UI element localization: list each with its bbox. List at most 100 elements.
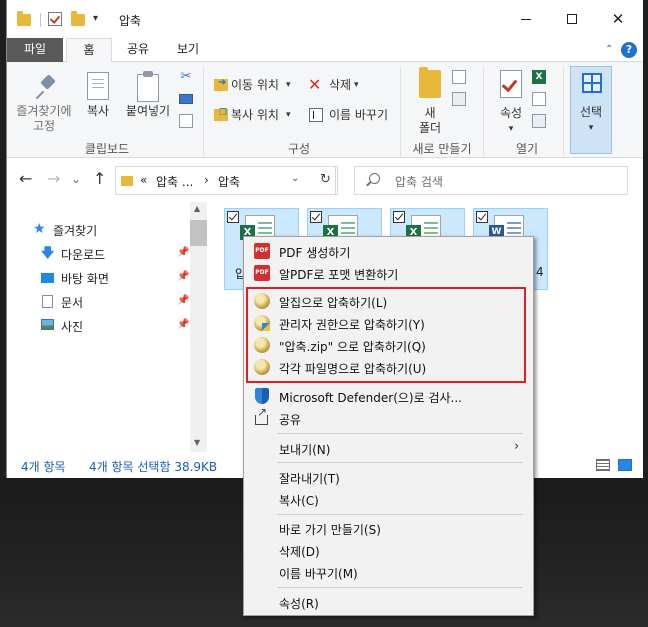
checkbox-icon[interactable]	[310, 211, 322, 223]
new-folder-qat-icon[interactable]	[71, 11, 85, 26]
pin-icon: 📌	[177, 271, 190, 282]
file-label: 4	[536, 265, 544, 279]
menu-item-compress-to-zip[interactable]: "압축.zip" 으로 압축하기(Q)	[246, 334, 531, 356]
pdf-icon: PDF	[254, 243, 270, 259]
menu-item-label: 바로 가기 만들기(S)	[279, 523, 381, 537]
alzip-admin-icon	[254, 315, 270, 331]
menu-item-alzip-compress[interactable]: 알집으로 압축하기(L)	[246, 290, 531, 312]
sidebar-item-label: 바탕 화면	[61, 272, 109, 286]
properties-qat-icon[interactable]	[48, 12, 62, 26]
menu-item-convert-pdf[interactable]: PDF 알PDF로 포맷 변환하기	[246, 262, 531, 284]
menu-item-copy[interactable]: 복사(C)	[246, 488, 531, 510]
pin-icon: 📌	[177, 295, 190, 306]
desktop-icon	[41, 273, 54, 283]
checkbox-icon[interactable]	[227, 211, 239, 223]
checkbox-icon[interactable]	[476, 211, 488, 223]
tab-file[interactable]: 파일	[7, 38, 63, 62]
pin-to-quick-access-button[interactable]: 즐겨찾기에 고정	[11, 66, 77, 138]
checkbox-icon[interactable]	[393, 211, 405, 223]
copy-button[interactable]: 복사	[81, 66, 115, 138]
properties-dropdown-icon[interactable]: ▾	[493, 122, 529, 137]
menu-item-properties[interactable]: 속성(R)	[246, 591, 531, 613]
clipboard-icon	[137, 71, 159, 102]
context-menu: PDF PDF 생성하기 PDF 알PDF로 포맷 변환하기 알집으로 압축하기…	[243, 236, 534, 616]
copy-to-button[interactable]: 복사 위치	[231, 108, 279, 123]
menu-item-share[interactable]: 공유	[246, 405, 531, 429]
new-folder-button[interactable]: 새 폴더	[411, 106, 449, 136]
large-icons-view-icon[interactable]	[618, 459, 632, 471]
rename-button[interactable]: 이름 바꾸기	[329, 108, 388, 123]
help-icon[interactable]: ?	[621, 42, 637, 58]
address-bar[interactable]: « 압축 ... › 압축 ⌄	[115, 166, 336, 195]
menu-item-delete[interactable]: 삭제(D)	[246, 539, 531, 561]
menu-item-compress-each[interactable]: 각각 파일명으로 압축하기(U)	[246, 356, 531, 378]
tab-view[interactable]: 보기	[165, 38, 211, 62]
recent-locations-chevron-icon[interactable]: ⌄	[71, 170, 81, 188]
new-item-icon[interactable]	[452, 70, 466, 84]
scroll-up-icon[interactable]: ▲	[194, 204, 200, 213]
menu-item-create-pdf[interactable]: PDF PDF 생성하기	[246, 240, 531, 262]
star-icon: ★	[33, 221, 46, 237]
address-dropdown-icon[interactable]: ⌄	[291, 173, 299, 184]
window-title: 압축	[119, 14, 142, 28]
search-input[interactable]: 압축 검색	[354, 166, 628, 195]
qat-customize-dropdown[interactable]: ▾	[93, 13, 98, 24]
ribbon-collapse-icon[interactable]: ⌃	[605, 44, 613, 55]
delete-button[interactable]: 삭제	[329, 78, 351, 93]
cut-scissors-icon[interactable]: ✂	[179, 70, 193, 84]
move-to-button[interactable]: 이동 위치	[231, 78, 279, 93]
forward-arrow-icon[interactable]: →	[47, 170, 60, 188]
menu-item-label: 복사(C)	[279, 494, 319, 508]
tab-share[interactable]: 공유	[115, 38, 161, 62]
excel-open-icon[interactable]: X	[532, 70, 546, 84]
group-separator	[400, 68, 401, 156]
edit-icon[interactable]	[532, 92, 546, 106]
menu-item-cut[interactable]: 잘라내기(T)	[246, 466, 531, 488]
group-separator	[483, 68, 484, 156]
tab-home[interactable]: 홈	[66, 38, 112, 63]
breadcrumb-current[interactable]: 압축	[218, 173, 240, 190]
back-arrow-icon[interactable]: ←	[19, 170, 32, 188]
up-arrow-icon[interactable]: ↑	[93, 170, 106, 188]
scrollbar-thumb[interactable]	[190, 220, 207, 246]
paste-shortcut-icon[interactable]	[179, 114, 193, 128]
sidebar-item-documents[interactable]: 문서 📌	[7, 291, 192, 313]
nav-scrollbar[interactable]: ▲ ▼	[190, 202, 207, 452]
breadcrumb-separator[interactable]: ›	[204, 173, 209, 187]
sidebar-item-pictures[interactable]: 사진 📌	[7, 315, 192, 337]
menu-item-label: 이름 바꾸기(M)	[279, 567, 358, 581]
refresh-button[interactable]: ↻	[314, 166, 338, 195]
menu-item-label: "압축.zip" 으로 압축하기(Q)	[279, 340, 426, 354]
scroll-down-icon[interactable]: ▼	[194, 438, 200, 447]
menu-item-defender-scan[interactable]: Microsoft Defender(으)로 검사...	[246, 385, 531, 407]
menu-item-rename[interactable]: 이름 바꾸기(M)	[246, 561, 531, 583]
menu-item-admin-compress[interactable]: 관리자 권한으로 압축하기(Y)	[246, 312, 531, 334]
copy-path-icon[interactable]	[179, 94, 193, 104]
copy-to-dropdown-icon[interactable]: ▾	[286, 108, 291, 123]
sidebar-item-quick-access[interactable]: ★ 즐겨찾기	[7, 219, 192, 241]
move-to-dropdown-icon[interactable]: ▾	[286, 78, 291, 93]
sidebar-item-downloads[interactable]: 🡇 다운로드 📌	[7, 243, 192, 265]
minimize-button[interactable]	[503, 0, 549, 38]
pin-label: 즐겨찾기에 고정	[16, 104, 72, 133]
delete-dropdown-icon[interactable]: ▾	[354, 78, 359, 93]
select-dropdown-icon: ▾	[588, 123, 594, 133]
select-label: 선택	[579, 105, 603, 119]
title-bar: ▾ 압축 ✕	[7, 0, 643, 38]
breadcrumb-overflow[interactable]: «	[140, 173, 147, 187]
menu-item-send-to[interactable]: 보내기(N) ›	[246, 437, 531, 459]
sidebar-item-desktop[interactable]: 바탕 화면 📌	[7, 267, 192, 289]
breadcrumb-parent[interactable]: 압축 ...	[156, 173, 193, 190]
menu-item-label: 삭제(D)	[279, 545, 320, 559]
menu-item-create-shortcut[interactable]: 바로 가기 만들기(S)	[246, 517, 531, 539]
paste-button[interactable]: 붙여넣기	[121, 66, 175, 138]
close-button[interactable]: ✕	[595, 0, 641, 38]
select-button[interactable]: 선택 ▾	[570, 66, 612, 154]
history-icon[interactable]	[532, 114, 546, 128]
group-separator	[563, 68, 564, 156]
maximize-button[interactable]	[549, 0, 595, 38]
properties-button[interactable]: 속성	[493, 106, 529, 121]
easy-access-icon[interactable]	[452, 92, 466, 106]
details-view-icon[interactable]	[596, 459, 610, 471]
menu-separator	[277, 514, 523, 515]
